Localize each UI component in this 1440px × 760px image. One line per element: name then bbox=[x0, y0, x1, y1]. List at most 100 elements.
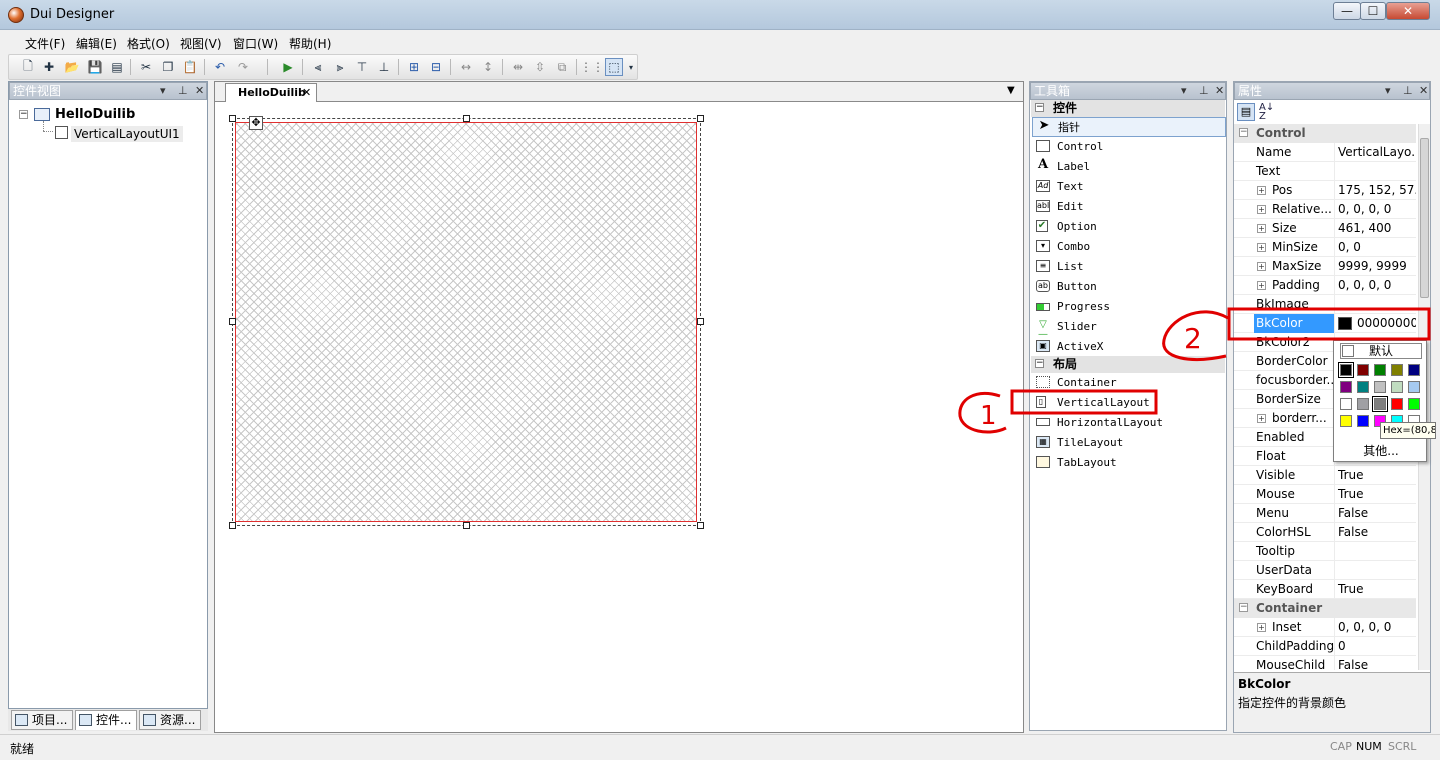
color-swatch[interactable] bbox=[1357, 381, 1369, 393]
toolbox-item-tablayout[interactable]: TabLayout bbox=[1032, 453, 1226, 473]
property-value[interactable]: 0 bbox=[1334, 637, 1416, 656]
property-value[interactable]: True bbox=[1334, 485, 1416, 504]
open-folder-icon[interactable]: 📂 bbox=[63, 58, 81, 76]
property-row[interactable]: Visible True bbox=[1234, 466, 1416, 485]
panel-close-icon[interactable]: ✕ bbox=[195, 83, 204, 99]
color-swatch[interactable] bbox=[1391, 381, 1403, 393]
property-value[interactable]: 9999, 9999 bbox=[1334, 257, 1416, 276]
property-row[interactable]: KeyBoard True bbox=[1234, 580, 1416, 599]
toolbox-item-list[interactable]: ≡ List bbox=[1032, 257, 1226, 277]
toolbox-item-container[interactable]: Container bbox=[1032, 373, 1226, 393]
property-value[interactable] bbox=[1334, 561, 1416, 580]
property-value[interactable]: 0, 0, 0, 0 bbox=[1334, 200, 1416, 219]
pin-icon[interactable]: ⊥ bbox=[178, 83, 188, 99]
tab-resources[interactable]: 资源... bbox=[139, 710, 201, 730]
resize-handle[interactable] bbox=[697, 115, 704, 122]
property-row[interactable]: + Padding 0, 0, 0, 0 bbox=[1234, 276, 1416, 295]
property-value[interactable]: 0, 0 bbox=[1334, 238, 1416, 257]
color-swatch[interactable] bbox=[1391, 364, 1403, 376]
resize-handle[interactable] bbox=[229, 115, 236, 122]
toolbox-item-activex[interactable]: ▣ ActiveX bbox=[1032, 337, 1226, 357]
resize-handle[interactable] bbox=[697, 522, 704, 529]
minimize-button[interactable]: — bbox=[1333, 2, 1361, 20]
panel-dropdown-icon[interactable]: ▾ bbox=[160, 83, 166, 99]
scrollbar-thumb[interactable] bbox=[1420, 138, 1429, 298]
resize-handle[interactable] bbox=[229, 318, 236, 325]
tree-root[interactable]: HelloDuilib bbox=[55, 107, 135, 122]
align-right-icon[interactable]: ⫸ bbox=[331, 58, 349, 76]
toolbox-item-verticallayout[interactable]: ▯ VerticalLayout bbox=[1032, 393, 1226, 413]
resize-handle[interactable] bbox=[229, 522, 236, 529]
property-row[interactable]: ChildPadding 0 bbox=[1234, 637, 1416, 656]
same-size-icon[interactable]: ⧉ bbox=[553, 58, 571, 76]
toolbox-item-label[interactable]: A Label bbox=[1032, 157, 1226, 177]
toolbox-item-combo[interactable]: ▾ Combo bbox=[1032, 237, 1226, 257]
vertical-layout-control[interactable] bbox=[235, 122, 697, 522]
tab-project[interactable]: 项目... bbox=[11, 710, 73, 730]
property-row[interactable]: +Pos175, 152, 57... bbox=[1234, 181, 1416, 200]
property-value[interactable]: 0, 0, 0, 0 bbox=[1334, 618, 1416, 637]
new-file-icon[interactable]: 🗋 bbox=[19, 58, 37, 76]
toolbox-item-pointer[interactable]: ➤ 指针 bbox=[1032, 117, 1226, 137]
color-swatch[interactable] bbox=[1372, 396, 1388, 412]
toolbox-category-controls[interactable]: − 控件 bbox=[1031, 100, 1225, 117]
property-row[interactable]: + Relative... 0, 0, 0, 0 bbox=[1234, 200, 1416, 219]
toolbox-category-layout[interactable]: − 布局 bbox=[1031, 356, 1225, 373]
new-project-icon[interactable]: ✚ bbox=[40, 58, 58, 76]
document-tab-close-icon[interactable]: ✕ bbox=[302, 84, 311, 101]
align-left-icon[interactable]: ⫷ bbox=[309, 58, 327, 76]
resize-handle[interactable] bbox=[463, 115, 470, 122]
cut-icon[interactable]: ✂ bbox=[137, 58, 155, 76]
property-value[interactable]: False bbox=[1334, 656, 1416, 670]
menu-help[interactable]: 帮助(H) bbox=[289, 35, 331, 52]
toolbox-item-slider[interactable]: ▽— Slider bbox=[1032, 317, 1226, 340]
property-value[interactable]: True bbox=[1334, 580, 1416, 599]
color-swatch[interactable] bbox=[1340, 398, 1352, 410]
panel-dropdown-icon[interactable]: ▾ bbox=[1181, 83, 1187, 99]
move-handle-icon[interactable]: ✥ bbox=[249, 116, 263, 130]
color-swatch[interactable] bbox=[1374, 381, 1386, 393]
close-button[interactable]: ✕ bbox=[1386, 2, 1430, 20]
run-test-icon[interactable]: ▶ bbox=[279, 58, 297, 76]
property-row[interactable]: Text bbox=[1234, 162, 1416, 181]
same-width-icon[interactable]: ↔ bbox=[457, 58, 475, 76]
toolbox-item-edit[interactable]: abl Edit bbox=[1032, 197, 1226, 217]
toolbox-item-horizontallayout[interactable]: HorizontalLayout bbox=[1032, 413, 1226, 433]
property-value[interactable]: 00000000 bbox=[1334, 314, 1416, 333]
property-row[interactable]: Name VerticalLayo... bbox=[1234, 143, 1416, 162]
property-row[interactable]: Tooltip bbox=[1234, 542, 1416, 561]
paste-icon[interactable]: 📋 bbox=[181, 58, 199, 76]
maximize-button[interactable]: ☐ bbox=[1360, 2, 1386, 20]
property-value[interactable]: 0, 0, 0, 0 bbox=[1334, 276, 1416, 295]
copy-icon[interactable]: ❐ bbox=[159, 58, 177, 76]
grid-icon[interactable]: ⋮⋮ bbox=[580, 58, 604, 76]
panel-close-icon[interactable]: ✕ bbox=[1215, 83, 1224, 99]
categorized-view-icon[interactable]: ▤ bbox=[1237, 103, 1255, 121]
property-value[interactable] bbox=[1334, 162, 1416, 181]
property-category-container[interactable]: − Container bbox=[1234, 599, 1416, 618]
property-value[interactable]: 175, 152, 57... bbox=[1334, 181, 1416, 200]
property-row[interactable]: + Inset 0, 0, 0, 0 bbox=[1234, 618, 1416, 637]
resize-handle[interactable] bbox=[463, 522, 470, 529]
color-swatch[interactable] bbox=[1357, 415, 1369, 427]
undo-icon[interactable]: ↶ bbox=[211, 58, 229, 76]
property-value[interactable]: True bbox=[1334, 466, 1416, 485]
toolbox-item-option[interactable]: ✔ Option bbox=[1032, 217, 1226, 237]
menu-format[interactable]: 格式(O) bbox=[127, 35, 170, 52]
color-swatch[interactable] bbox=[1408, 398, 1420, 410]
space-across-icon[interactable]: ⇹ bbox=[509, 58, 527, 76]
pin-icon[interactable]: ⊥ bbox=[1403, 83, 1413, 99]
property-row[interactable]: Menu False bbox=[1234, 504, 1416, 523]
property-value[interactable]: 461, 400 bbox=[1334, 219, 1416, 238]
menu-edit[interactable]: 编辑(E) bbox=[76, 35, 117, 52]
panel-dropdown-icon[interactable]: ▾ bbox=[1385, 83, 1391, 99]
property-value[interactable] bbox=[1334, 295, 1416, 314]
property-value[interactable]: False bbox=[1334, 504, 1416, 523]
toolbox-item-text[interactable]: Ad Text bbox=[1032, 177, 1226, 197]
property-value[interactable]: False bbox=[1334, 523, 1416, 542]
property-row[interactable]: ColorHSL False bbox=[1234, 523, 1416, 542]
save-all-icon[interactable]: ▤ bbox=[108, 58, 126, 76]
color-swatch[interactable] bbox=[1357, 364, 1369, 376]
center-horizontal-icon[interactable]: ⊞ bbox=[405, 58, 423, 76]
property-row[interactable]: ▾BkColor00000000 bbox=[1234, 314, 1416, 333]
